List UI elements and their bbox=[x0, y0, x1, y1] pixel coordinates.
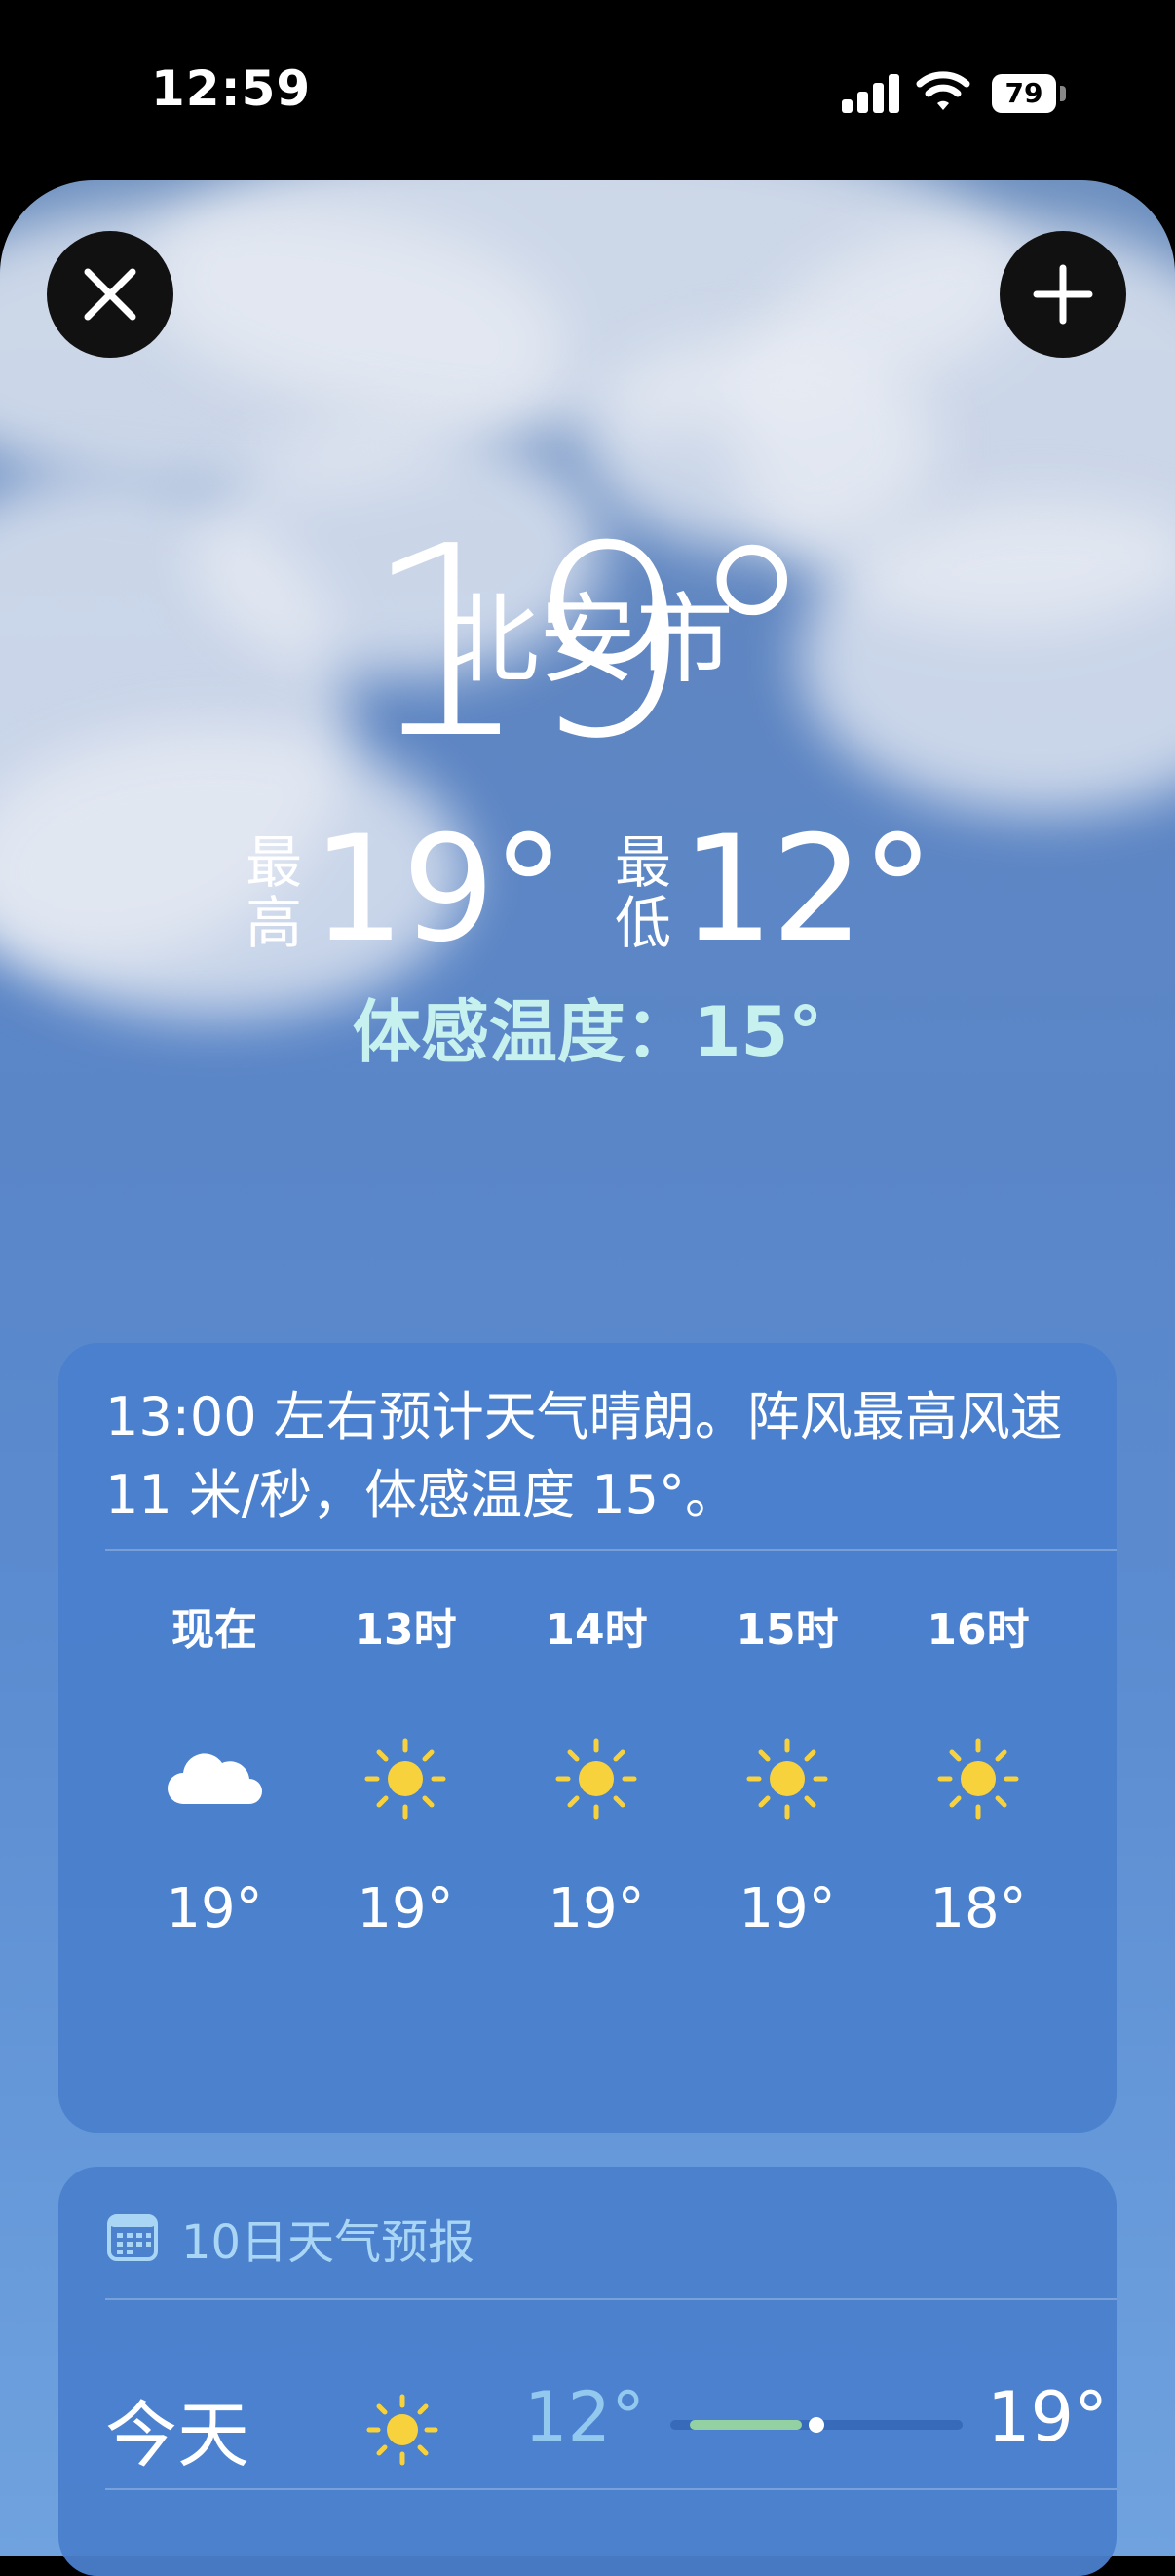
hour-item: 13时 19° bbox=[327, 1601, 483, 1941]
hourly-forecast-card[interactable]: 13:00 左右预计天气晴朗。阵风最高风速 11 米/秒，体感温度 15°。 现… bbox=[58, 1343, 1117, 2133]
cellular-signal-icon bbox=[842, 74, 900, 113]
sun-icon bbox=[327, 1735, 483, 1823]
status-bar: 12:59 79 bbox=[0, 0, 1175, 180]
high-label: 最高 bbox=[246, 829, 303, 956]
hour-temp: 19° bbox=[548, 1877, 645, 1941]
sun-icon bbox=[518, 1735, 674, 1823]
sun-icon bbox=[709, 1735, 865, 1823]
sun-icon bbox=[1091, 1735, 1117, 1823]
high-low: 最高 19° 最低 12° bbox=[0, 817, 1175, 963]
close-button[interactable] bbox=[47, 231, 173, 358]
ten-day-header: 10日天气预报 bbox=[105, 2204, 474, 2272]
close-icon bbox=[84, 268, 136, 321]
hour-item: 现在 19° bbox=[136, 1601, 292, 1941]
hour-item: 16时 18° bbox=[900, 1601, 1056, 1941]
plus-icon bbox=[1033, 264, 1093, 325]
ten-day-forecast-card[interactable]: 10日天气预报 今天 12° 19° bbox=[58, 2167, 1117, 2576]
ten-day-title: 10日天气预报 bbox=[181, 2215, 475, 2270]
divider bbox=[105, 2298, 1117, 2300]
calendar-icon bbox=[107, 2214, 158, 2261]
day-high-temp: 19° bbox=[987, 2377, 1109, 2457]
temperature-range-fill bbox=[690, 2420, 802, 2430]
hour-time: 17时 bbox=[1091, 1601, 1117, 1660]
divider bbox=[105, 2488, 1117, 2490]
low-label: 最低 bbox=[614, 829, 671, 956]
hour-temp: 19° bbox=[166, 1877, 263, 1941]
feels-like: 体感温度：15° bbox=[352, 992, 823, 1072]
sun-icon bbox=[363, 2391, 441, 2473]
cloud-icon bbox=[136, 1735, 292, 1823]
hour-time: 15时 bbox=[736, 1605, 839, 1655]
status-time: 12:59 bbox=[151, 60, 312, 117]
hour-item: 14时 19° bbox=[518, 1601, 674, 1941]
hour-temp: 18° bbox=[929, 1877, 1027, 1941]
hour-temp: 19° bbox=[739, 1877, 836, 1941]
battery-icon: 79 bbox=[992, 74, 1066, 113]
hour-item: 17时 18° bbox=[1091, 1601, 1117, 1941]
add-button[interactable] bbox=[1000, 231, 1126, 358]
day-row[interactable]: 今天 12° 19° bbox=[105, 2362, 1108, 2479]
current-temperature: 19° bbox=[362, 489, 818, 796]
forecast-summary: 13:00 左右预计天气晴朗。阵风最高风速 11 米/秒，体感温度 15°。 bbox=[105, 1386, 1063, 1525]
hour-time: 14时 bbox=[545, 1605, 648, 1655]
divider bbox=[105, 1549, 1117, 1551]
hour-time: 16时 bbox=[927, 1605, 1030, 1655]
battery-level: 79 bbox=[992, 74, 1056, 113]
current-temp-dot bbox=[809, 2417, 824, 2433]
low-temperature: 12° bbox=[681, 805, 934, 975]
hourly-list[interactable]: 现在 19° 13时 19° 14时 19° 15时 19° 16时 18° 17时 18° bbox=[58, 1601, 1117, 2128]
day-name: 今天 bbox=[105, 2394, 249, 2478]
high-temperature: 19° bbox=[312, 805, 565, 975]
temperature-range-bar bbox=[670, 2417, 963, 2433]
sun-icon bbox=[900, 1735, 1056, 1823]
hour-temp: 18° bbox=[1091, 1877, 1117, 1941]
day-low-temp: 12° bbox=[524, 2377, 646, 2457]
hour-temp: 19° bbox=[357, 1877, 454, 1941]
hour-item: 15时 19° bbox=[709, 1601, 865, 1941]
hour-time: 现在 bbox=[171, 1605, 257, 1655]
wifi-icon bbox=[916, 68, 970, 113]
hour-time: 13时 bbox=[354, 1605, 457, 1655]
